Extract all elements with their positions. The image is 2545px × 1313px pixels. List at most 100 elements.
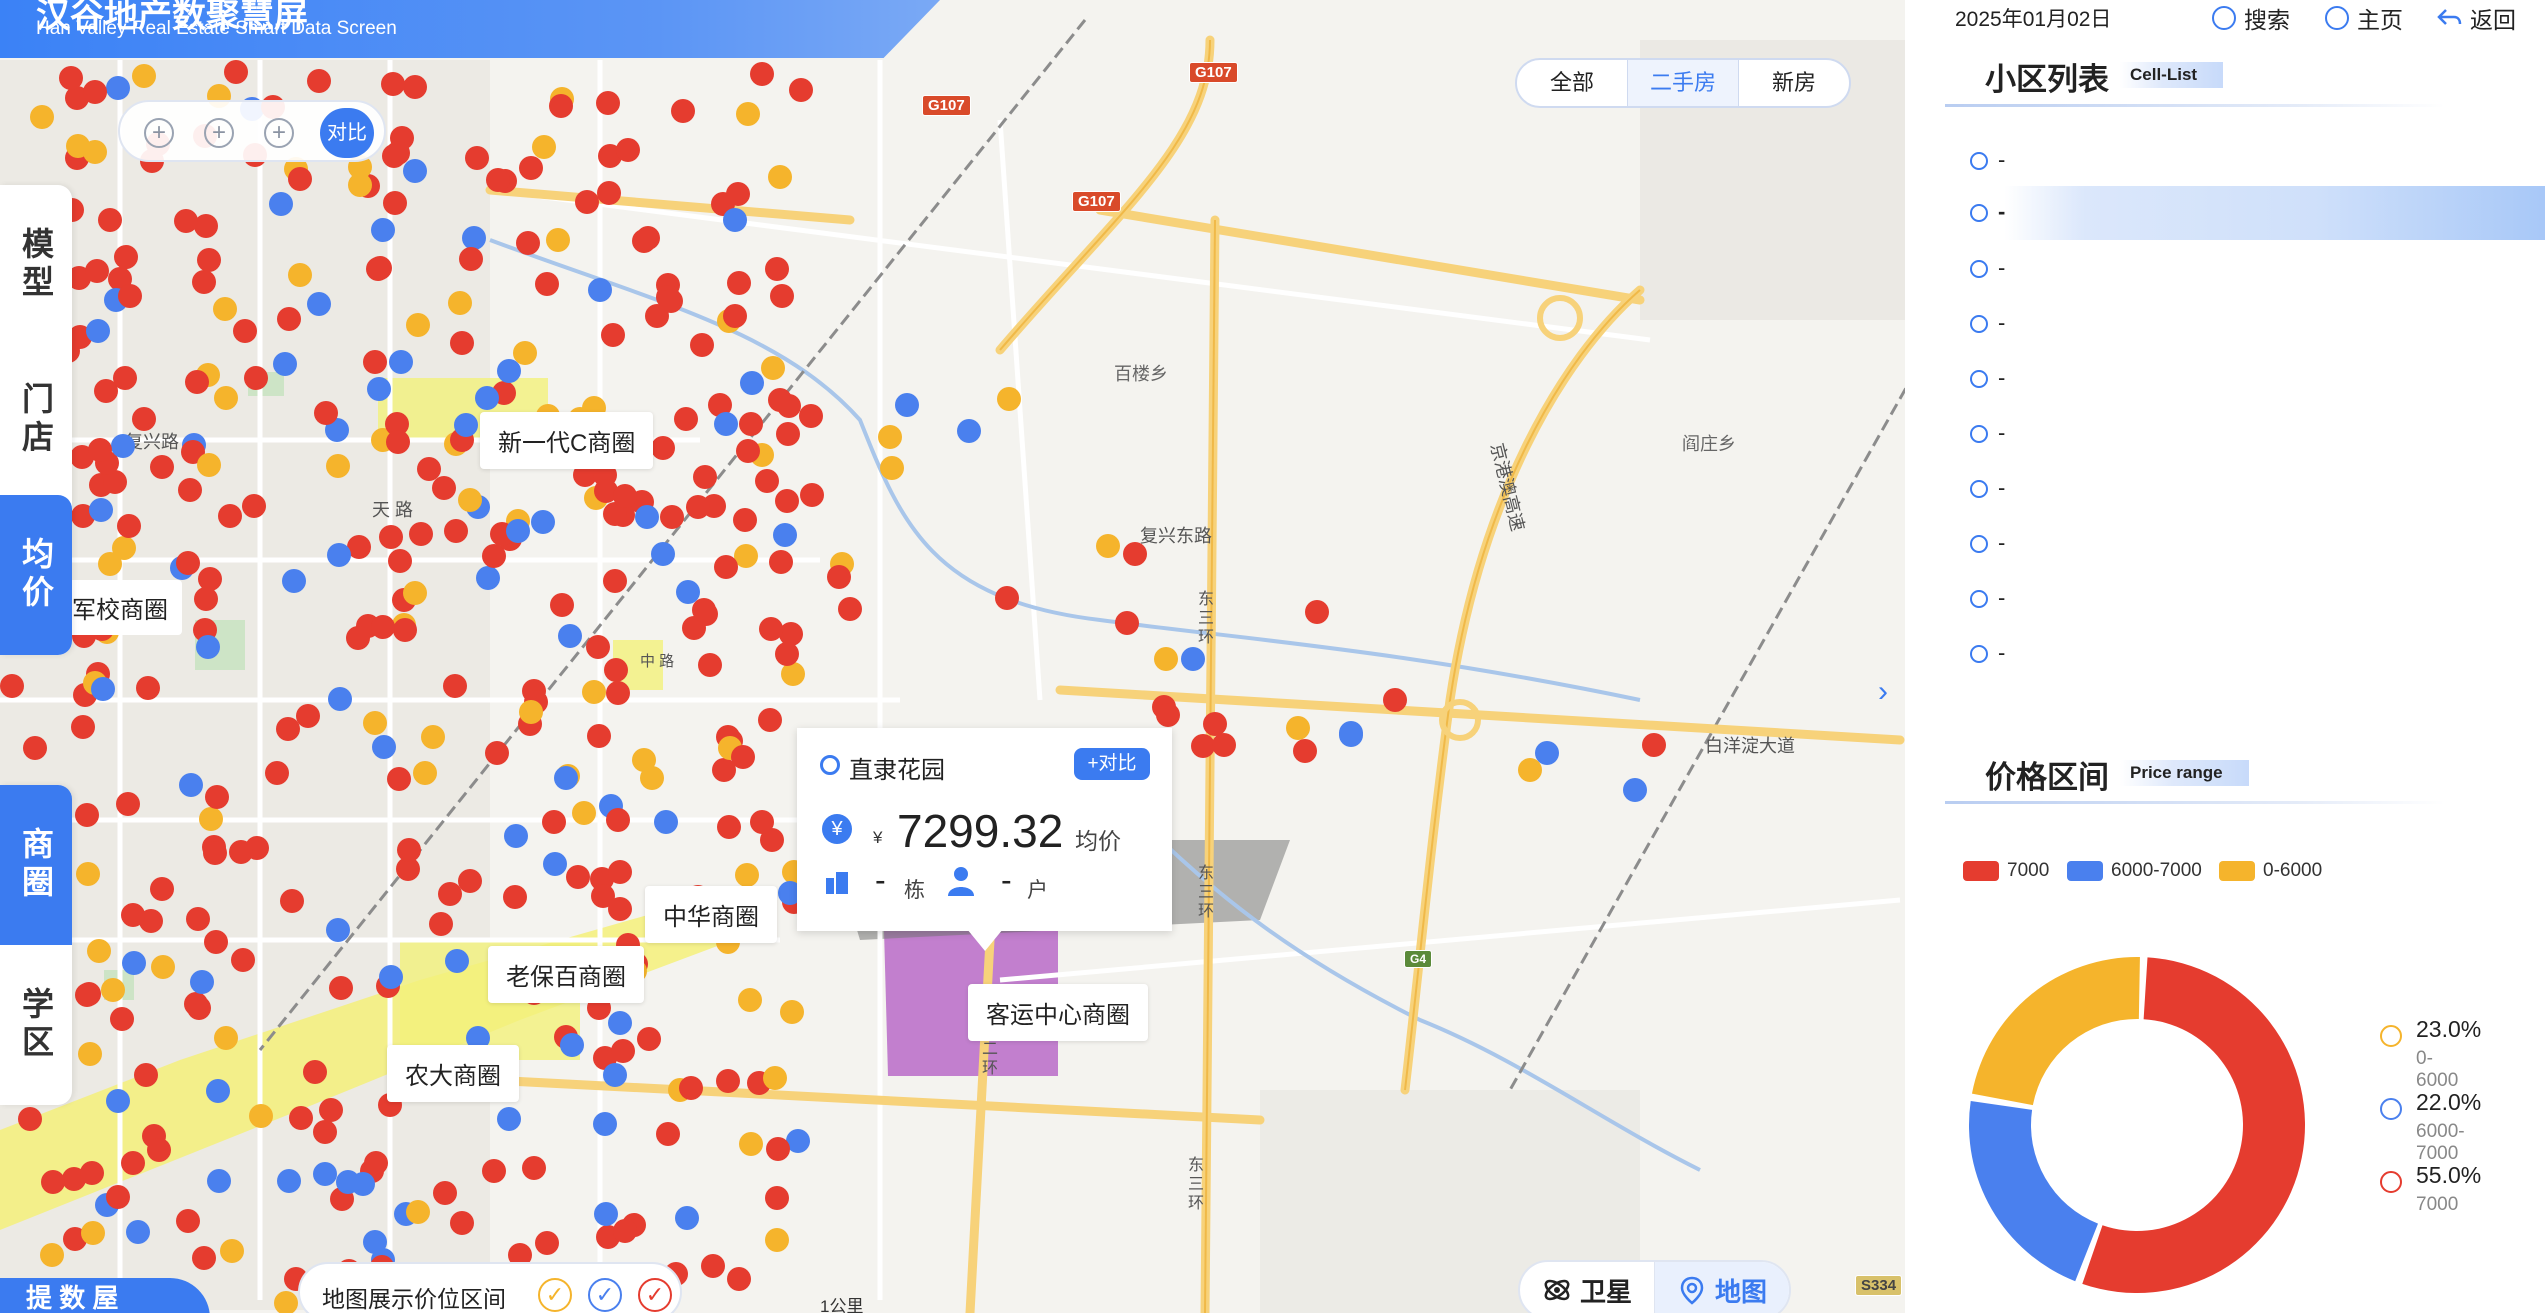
- price-dot[interactable]: [380, 71, 405, 96]
- map-canvas[interactable]: 复兴路 复兴东路 京港澳高速 白洋淀大道 东三环 东三环 东三环 二环 天 路 …: [0, 0, 1905, 1313]
- tab-second-hand[interactable]: 二手房: [1628, 60, 1739, 106]
- price-dot[interactable]: [244, 365, 269, 390]
- price-dot[interactable]: [675, 1205, 700, 1230]
- price-dot[interactable]: [85, 318, 110, 343]
- price-dot[interactable]: [318, 1097, 343, 1122]
- price-dot[interactable]: [768, 164, 793, 189]
- nav-item-store[interactable]: 门店: [0, 340, 72, 500]
- price-dot[interactable]: [367, 255, 392, 280]
- panel-expand-icon[interactable]: ›: [1878, 674, 1898, 710]
- price-dot[interactable]: [242, 493, 267, 518]
- price-dot[interactable]: [775, 422, 800, 447]
- price-dot[interactable]: [177, 478, 202, 503]
- price-dot[interactable]: [496, 1106, 521, 1131]
- price-dot[interactable]: [769, 283, 794, 308]
- price-dot[interactable]: [382, 191, 407, 216]
- price-dot[interactable]: [485, 740, 510, 765]
- price-dot[interactable]: [39, 1243, 64, 1268]
- price-dot[interactable]: [276, 306, 301, 331]
- cell-list-item[interactable]: -: [1970, 186, 2545, 240]
- district-label[interactable]: 客运中心商圈: [968, 984, 1148, 1041]
- tab-all[interactable]: 全部: [1517, 60, 1628, 106]
- add-compare-slot-button[interactable]: +: [204, 118, 234, 148]
- price-dot[interactable]: [248, 1104, 273, 1129]
- price-dot[interactable]: [605, 681, 630, 706]
- price-dot[interactable]: [122, 950, 146, 975]
- price-dot[interactable]: [765, 1136, 790, 1161]
- price-dot[interactable]: [481, 1159, 506, 1184]
- price-dot[interactable]: [458, 246, 483, 271]
- price-dot[interactable]: [723, 207, 748, 232]
- price-dot[interactable]: [717, 814, 742, 839]
- price-dot[interactable]: [287, 166, 312, 191]
- price-dot[interactable]: [442, 673, 467, 698]
- filter-low-check-icon[interactable]: ✓: [538, 1278, 572, 1312]
- price-dot[interactable]: [593, 1201, 618, 1226]
- price-dot[interactable]: [607, 897, 632, 922]
- price-dot[interactable]: [764, 1185, 789, 1210]
- price-dot[interactable]: [100, 977, 125, 1002]
- price-dot[interactable]: [788, 77, 813, 102]
- price-dot[interactable]: [276, 1169, 301, 1194]
- price-dot[interactable]: [91, 676, 116, 701]
- price-dot[interactable]: [370, 217, 395, 242]
- price-dot[interactable]: [686, 494, 711, 519]
- price-dot[interactable]: [125, 1219, 150, 1244]
- price-dot[interactable]: [86, 939, 111, 964]
- price-dot[interactable]: [97, 208, 122, 233]
- price-dot[interactable]: [749, 810, 774, 835]
- price-dot[interactable]: [204, 784, 229, 809]
- map-view-button[interactable]: 地图: [1655, 1262, 1789, 1313]
- price-dot[interactable]: [1622, 777, 1647, 802]
- price-dot[interactable]: [726, 1266, 751, 1291]
- add-compare-slot-button[interactable]: +: [264, 118, 294, 148]
- tab-new-home[interactable]: 新房: [1739, 60, 1849, 106]
- price-dot[interactable]: [1383, 687, 1408, 712]
- price-dot[interactable]: [739, 371, 764, 396]
- price-dot[interactable]: [367, 376, 392, 401]
- price-dot[interactable]: [585, 634, 610, 659]
- price-dot[interactable]: [606, 807, 631, 832]
- price-dot[interactable]: [581, 679, 606, 704]
- bottom-left-tab[interactable]: 提 数 屋: [0, 1278, 210, 1313]
- price-dot[interactable]: [362, 349, 387, 374]
- price-dot[interactable]: [631, 747, 656, 772]
- price-dot[interactable]: [553, 765, 578, 790]
- nav-item-model[interactable]: 模型: [0, 185, 72, 345]
- price-dot[interactable]: [197, 247, 222, 272]
- price-dot[interactable]: [650, 541, 675, 566]
- price-dot[interactable]: [447, 290, 472, 315]
- price-dot[interactable]: [111, 536, 136, 560]
- price-dot[interactable]: [715, 1068, 740, 1093]
- price-dot[interactable]: [386, 429, 411, 454]
- back-button[interactable]: 返回: [2436, 1, 2516, 35]
- price-dot[interactable]: [82, 80, 107, 105]
- price-dot[interactable]: [799, 403, 824, 428]
- price-dot[interactable]: [1642, 732, 1667, 757]
- price-dot[interactable]: [453, 413, 478, 438]
- price-dot[interactable]: [534, 1230, 559, 1255]
- price-dot[interactable]: [65, 133, 90, 158]
- price-dot[interactable]: [691, 597, 716, 622]
- price-dot[interactable]: [195, 634, 220, 659]
- price-dot[interactable]: [650, 436, 675, 461]
- price-dot[interactable]: [381, 143, 406, 168]
- price-dot[interactable]: [588, 277, 613, 302]
- price-dot[interactable]: [110, 434, 135, 459]
- price-dot[interactable]: [105, 1088, 130, 1113]
- price-dot[interactable]: [530, 510, 555, 535]
- price-dot[interactable]: [149, 877, 174, 902]
- price-dot[interactable]: [363, 1229, 388, 1254]
- price-dot[interactable]: [734, 862, 759, 887]
- price-dot[interactable]: [105, 1185, 130, 1210]
- price-dot[interactable]: [121, 1150, 145, 1175]
- compare-button[interactable]: 对比: [320, 108, 374, 158]
- price-dot[interactable]: [732, 507, 757, 532]
- price-dot[interactable]: [80, 1220, 105, 1245]
- price-dot[interactable]: [185, 906, 210, 931]
- price-dot[interactable]: [197, 452, 222, 477]
- price-dot[interactable]: [1285, 716, 1310, 741]
- price-dot[interactable]: [485, 167, 510, 192]
- price-dot[interactable]: [465, 145, 490, 170]
- nav-item-avg-price[interactable]: 均价: [0, 495, 72, 655]
